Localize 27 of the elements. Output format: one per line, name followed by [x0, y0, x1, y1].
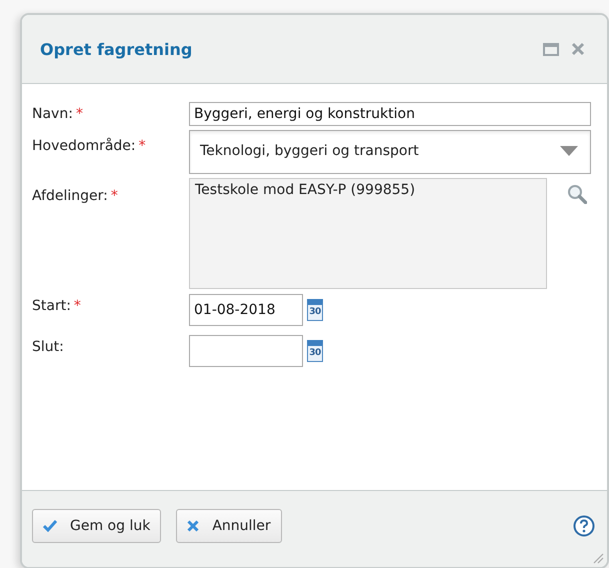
close-icon[interactable] — [571, 42, 585, 56]
cancel-button[interactable]: Annuller — [176, 509, 282, 543]
calendar-icon[interactable]: 30 — [307, 299, 323, 321]
calendar-icon[interactable]: 30 — [307, 340, 323, 362]
help-icon[interactable] — [573, 515, 595, 537]
field-label: Afdelinger: — [32, 188, 108, 204]
input-field[interactable]: Byggeri, energi og konstruktion — [189, 102, 591, 126]
cross-icon — [187, 520, 200, 532]
date-field[interactable]: 01-08-2018 — [189, 294, 303, 326]
field-label: Start: — [32, 298, 71, 314]
required-mark: * — [110, 188, 118, 204]
field-label: Navn: — [32, 106, 73, 122]
dropdown[interactable]: Teknologi, byggeri og transport — [189, 130, 591, 174]
date-field[interactable] — [189, 335, 303, 367]
field-label: Hovedområde: — [32, 138, 136, 154]
dialog-title: Opret fagretning — [40, 40, 192, 58]
required-mark: * — [74, 298, 81, 314]
resize-grip-icon[interactable] — [592, 552, 604, 564]
check-icon — [43, 520, 57, 532]
required-mark: * — [138, 138, 146, 154]
search-icon[interactable] — [567, 184, 587, 204]
maximize-icon[interactable] — [543, 42, 559, 56]
save-button[interactable]: Gem og luk — [32, 509, 162, 543]
field-label: Slut: — [32, 339, 64, 355]
required-mark: * — [76, 106, 83, 122]
caret-icon — [560, 146, 578, 156]
list-item: Testskole mod EASY-P (999855) — [195, 182, 416, 198]
